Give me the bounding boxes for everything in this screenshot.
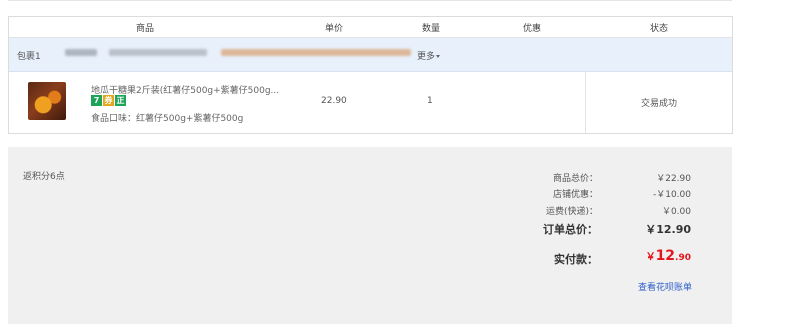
paid-label: 实付款： (554, 253, 598, 266)
more-dropdown[interactable]: 更多 (417, 49, 441, 62)
package-label: 包裹1 (17, 52, 41, 62)
flavor-value: 红薯仔500g+紫薯仔500g (136, 114, 244, 124)
header-product: 商品 (136, 24, 155, 34)
caret-down-icon (436, 55, 441, 58)
shipping-row: 运费(快递)： ￥0.00 (478, 204, 693, 218)
product-badges: 7券正 (91, 95, 127, 107)
shipping-value: ￥0.00 (661, 207, 691, 217)
order-summary: 返积分6点 商品总价： ￥22.90 店铺优惠： -￥10.00 运费(快递)：… (8, 147, 732, 324)
goods-total-row: 商品总价： ￥22.90 (478, 171, 693, 185)
header-unit-price: 单价 (325, 24, 344, 34)
order-total-label: 订单总价： (543, 223, 598, 236)
goods-total-label: 商品总价： (552, 174, 598, 184)
paid-row: 实付款： ￥12.90 (478, 248, 693, 266)
flavor-label: 食品口味： (91, 114, 137, 124)
package-row: 包裹1 更多 (9, 38, 732, 72)
view-huabei-bill-link[interactable]: 查看花呗账单 (638, 280, 692, 293)
genuine-guarantee-icon[interactable]: 正 (115, 95, 126, 106)
paid-decimal: .90 (675, 253, 691, 263)
trade-status: 交易成功 (640, 99, 677, 109)
blurred-info (65, 49, 97, 56)
product-flavor: 食品口味：红薯仔500g+紫薯仔500g (91, 111, 243, 124)
goods-total-value: ￥22.90 (656, 174, 691, 184)
shipping-label: 运费(快递)： (545, 207, 598, 217)
header-discount: 优惠 (523, 24, 542, 34)
product-thumbnail[interactable] (28, 82, 66, 120)
order-total-row: 订单总价： ￥12.90 (478, 221, 693, 236)
header-quantity: 数量 (422, 24, 441, 34)
shop-discount-row: 店铺优惠： -￥10.00 (478, 187, 693, 201)
shop-discount-value: -￥10.00 (652, 190, 691, 200)
order-item-row: 地瓜干糖果2斤装(红薯仔500g+紫薯仔500g... 7券正 食品口味：红薯仔… (9, 72, 732, 133)
coupon-icon[interactable]: 券 (103, 95, 114, 106)
paid-integer: 12 (655, 248, 676, 264)
order-card: 商品 单价 数量 优惠 状态 包裹1 更多 地瓜干糖果2斤装(红薯仔500g+紫… (8, 16, 733, 134)
blurred-info (109, 49, 207, 56)
paid-currency: ￥ (645, 252, 656, 263)
shop-discount-label: 店铺优惠： (552, 190, 598, 200)
item-unit-price: 22.90 (321, 96, 347, 106)
order-total-value: ￥12.90 (645, 223, 691, 236)
top-divider (8, 0, 732, 1)
order-table-header: 商品 单价 数量 优惠 状态 (9, 17, 732, 38)
more-label: 更多 (417, 52, 436, 62)
blurred-info (221, 49, 411, 56)
item-quantity: 1 (427, 96, 433, 106)
header-status: 状态 (650, 24, 669, 34)
paid-value: ￥12.90 (646, 248, 691, 264)
points-reward: 返积分6点 (23, 172, 65, 182)
seven-day-return-icon[interactable]: 7 (91, 95, 102, 106)
